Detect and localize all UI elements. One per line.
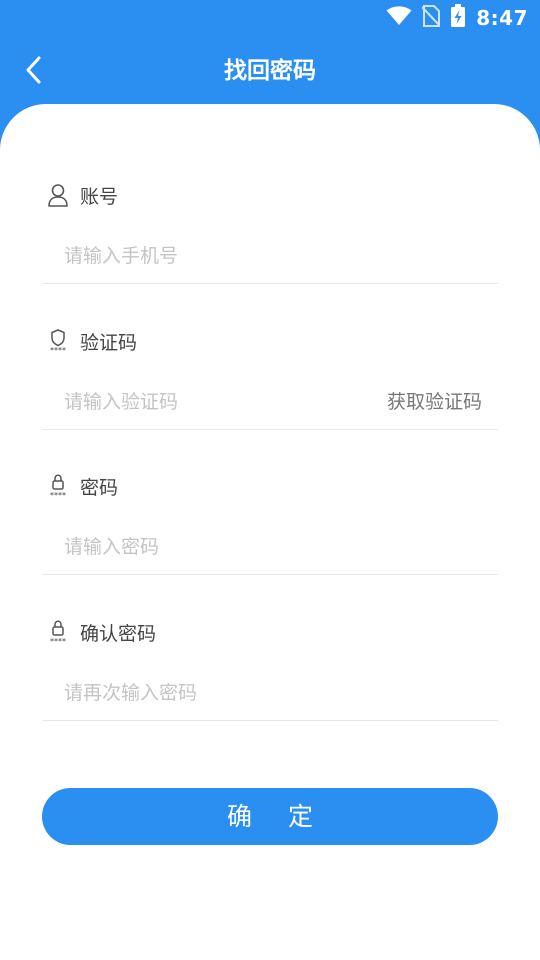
lock-icon: ****: [46, 619, 70, 645]
svg-text:****: ****: [50, 637, 66, 645]
lock-icon: ****: [46, 473, 70, 499]
account-label-text: 账号: [80, 185, 119, 208]
svg-text:****: ****: [50, 346, 66, 354]
chevron-left-icon: [24, 55, 44, 89]
code-field-group: **** 验证码 获取验证码: [42, 326, 498, 446]
account-field-group: 账号: [42, 180, 498, 300]
form-card: 账号 **** 验证码 获取验证码 ****: [0, 104, 540, 960]
code-label: **** 验证码: [46, 326, 137, 356]
status-bar: 8:47: [0, 0, 540, 36]
status-icons: 8:47: [386, 4, 528, 32]
account-input[interactable]: [42, 228, 498, 284]
get-code-button[interactable]: 获取验证码: [387, 374, 482, 430]
page-title: 找回密码: [224, 58, 316, 84]
user-icon: [46, 182, 70, 208]
password-label-text: 密码: [80, 476, 119, 499]
confirm-password-label: **** 确认密码: [46, 617, 156, 647]
back-button[interactable]: [14, 52, 54, 92]
confirm-password-input[interactable]: [42, 665, 498, 721]
password-label: **** 密码: [46, 471, 118, 501]
confirm-password-label-text: 确认密码: [80, 622, 157, 645]
status-time: 8:47: [476, 6, 528, 30]
header: 找回密码: [0, 36, 540, 106]
shield-code-icon: ****: [46, 328, 70, 354]
password-input[interactable]: [42, 519, 498, 575]
wifi-icon: [386, 6, 412, 30]
password-field-group: **** 密码: [42, 471, 498, 591]
confirm-password-field-group: **** 确认密码: [42, 617, 498, 737]
confirm-button[interactable]: 确 定: [42, 788, 498, 845]
battery-charging-icon: [450, 4, 466, 32]
code-label-text: 验证码: [80, 331, 138, 354]
account-label: 账号: [46, 180, 118, 210]
svg-text:****: ****: [50, 491, 66, 499]
no-sim-icon: [421, 5, 441, 31]
